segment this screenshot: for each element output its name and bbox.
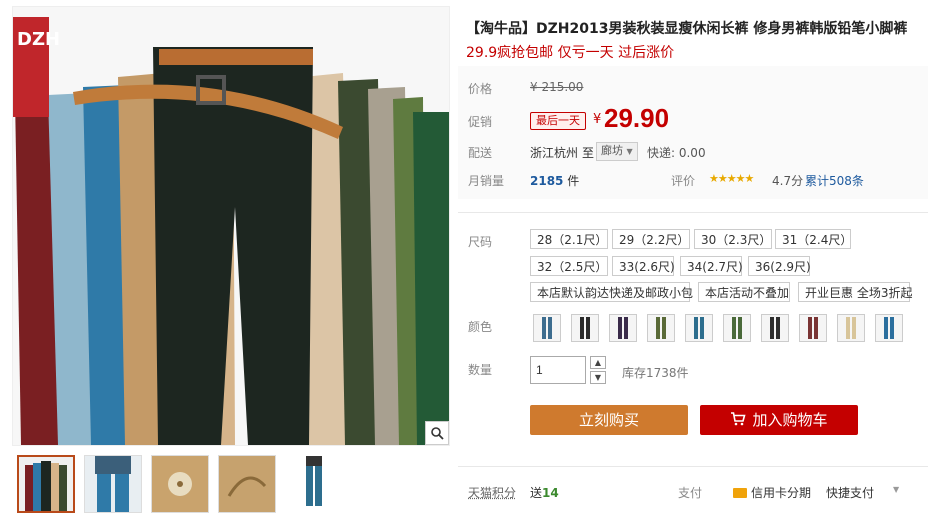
thumbnail-4[interactable] xyxy=(218,455,276,513)
main-product-image[interactable]: DZH xyxy=(12,6,450,446)
sale-note-option[interactable]: 开业巨惠 全场3折起 xyxy=(798,282,912,302)
size-option-34[interactable]: 34(2.7尺) xyxy=(680,256,743,276)
promo-badge: 最后一天 xyxy=(530,112,586,130)
size-option-32[interactable]: 32（2.5尺） xyxy=(530,256,608,276)
monthly-sales-unit: 件 xyxy=(567,174,580,188)
size-option-28[interactable]: 28（2.1尺） xyxy=(530,229,608,249)
color-label: 颜色 xyxy=(468,320,493,334)
divider xyxy=(458,212,928,213)
pants-thumb-icon xyxy=(686,315,712,341)
destination-value: 廊坊 xyxy=(601,144,623,157)
add-to-cart-label: 加入购物车 xyxy=(752,411,828,429)
monthly-sales-label: 月销量 xyxy=(468,174,505,188)
promo-label: 促销 xyxy=(468,115,493,129)
quick-pay-option[interactable]: 快捷支付 xyxy=(826,484,874,501)
color-swatch-2[interactable] xyxy=(571,314,599,342)
credit-installment-option[interactable]: 信用卡分期 xyxy=(751,484,811,501)
color-swatch-10[interactable] xyxy=(875,314,903,342)
ship-from: 浙江杭州 xyxy=(530,146,579,160)
chevron-down-icon[interactable]: ▼ xyxy=(893,485,899,494)
quantity-input[interactable] xyxy=(530,356,586,384)
add-to-cart-button[interactable]: 加入购物车 xyxy=(700,405,858,435)
express-fee: 快递: 0.00 xyxy=(647,146,706,160)
color-swatch-9[interactable] xyxy=(837,314,865,342)
pants-illustration xyxy=(13,7,449,445)
thumbnail-1[interactable] xyxy=(17,455,75,513)
stock-count: 库存1738件 xyxy=(622,366,689,380)
thumbnail-5[interactable] xyxy=(285,455,343,513)
size-option-33[interactable]: 33(2.6尺) xyxy=(612,256,675,276)
credit-card-icon xyxy=(733,487,747,498)
points-value: 14 xyxy=(542,486,559,500)
chevron-down-icon: ▼ xyxy=(626,147,633,156)
size-option-31[interactable]: 31（2.4尺） xyxy=(775,229,852,249)
destination-select[interactable]: 廊坊 ▼ xyxy=(596,142,638,161)
pants-thumb-icon xyxy=(534,315,560,341)
points-prefix: 送 xyxy=(530,486,543,500)
zoom-icon[interactable] xyxy=(425,421,449,445)
ship-to-word: 至 xyxy=(582,146,595,160)
size-option-29[interactable]: 29（2.2尺） xyxy=(612,229,690,249)
payment-label: 支付 xyxy=(678,486,703,500)
product-subtitle: 29.9疯抢包邮 仅亏一天 过后涨价 xyxy=(466,45,675,61)
color-swatch-8[interactable] xyxy=(799,314,827,342)
cart-icon xyxy=(730,406,747,436)
quantity-label: 数量 xyxy=(468,363,493,377)
buy-now-button[interactable]: 立刻购买 xyxy=(530,405,688,435)
size-option-36[interactable]: 36(2.9尺) xyxy=(748,256,811,276)
pants-thumb-icon xyxy=(724,315,750,341)
original-price: ¥ 215.00 xyxy=(530,80,584,94)
color-swatch-1[interactable] xyxy=(533,314,561,342)
shipping-note-option[interactable]: 本店默认韵达快递及邮政小包 xyxy=(530,282,693,302)
pants-thumb-icon xyxy=(838,315,864,341)
brand-logo: DZH xyxy=(17,29,61,50)
rating-score: 4.7分 xyxy=(772,174,804,188)
pants-thumb-icon xyxy=(876,315,902,341)
pants-thumb-icon xyxy=(648,315,674,341)
color-swatch-row xyxy=(533,314,913,346)
price-label: 价格 xyxy=(468,82,493,96)
color-swatch-4[interactable] xyxy=(647,314,675,342)
shipping-label: 配送 xyxy=(468,146,493,160)
pants-thumb-icon xyxy=(800,315,826,341)
promo-price: 29.90 xyxy=(604,103,670,133)
size-label: 尺码 xyxy=(468,235,493,249)
color-swatch-6[interactable] xyxy=(723,314,751,342)
rating-stars-icon: ★★★★★ xyxy=(709,172,754,185)
thumbnail-3[interactable] xyxy=(151,455,209,513)
monthly-sales-count: 2185 xyxy=(530,174,564,188)
promo-note-option[interactable]: 本店活动不叠加 xyxy=(698,282,790,302)
color-swatch-3[interactable] xyxy=(609,314,637,342)
review-count-link[interactable]: 累计508条 xyxy=(805,172,864,189)
points-label[interactable]: 天猫积分 xyxy=(468,484,516,501)
pants-thumb-icon xyxy=(610,315,636,341)
pants-thumb-icon xyxy=(572,315,598,341)
size-option-30[interactable]: 30（2.3尺） xyxy=(694,229,772,249)
thumbnail-2[interactable] xyxy=(84,455,142,513)
currency-symbol: ¥ xyxy=(593,112,602,127)
quantity-decrease-icon[interactable]: ▼ xyxy=(590,371,606,384)
quantity-increase-icon[interactable]: ▲ xyxy=(590,356,606,369)
pants-thumb-icon xyxy=(762,315,788,341)
rating-label: 评价 xyxy=(671,174,696,188)
color-swatch-5[interactable] xyxy=(685,314,713,342)
color-swatch-7[interactable] xyxy=(761,314,789,342)
product-title: 【淘牛品】DZH2013男装秋装显瘦休闲长裤 修身男裤韩版铅笔小脚裤 xyxy=(466,21,908,37)
divider xyxy=(458,466,928,467)
